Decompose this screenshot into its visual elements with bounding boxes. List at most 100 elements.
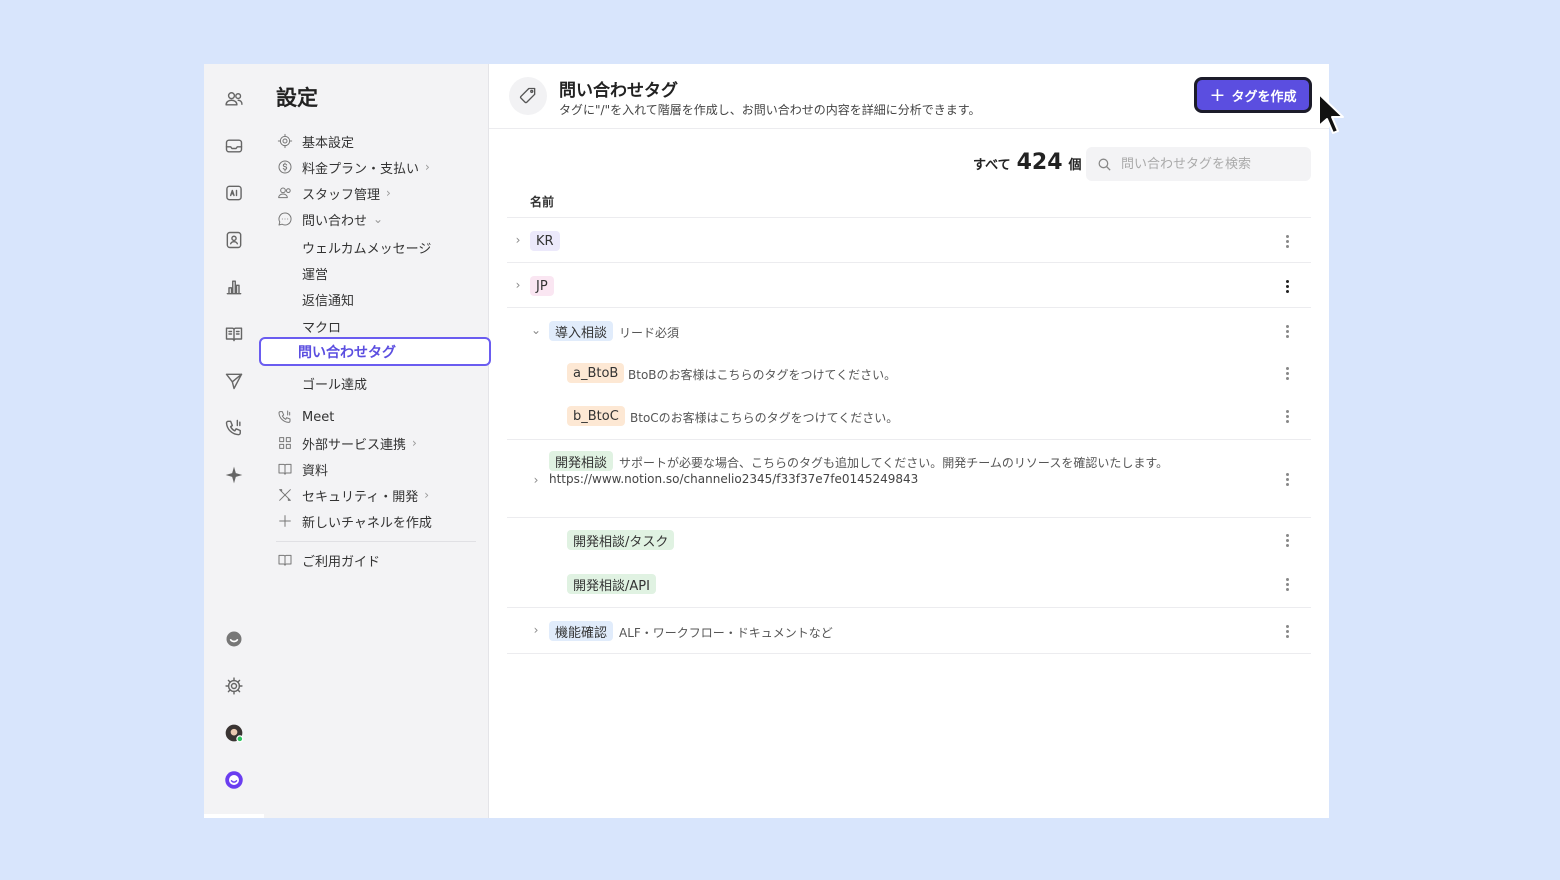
- chevron-right-icon: ›: [386, 186, 391, 200]
- sidebar-item-label: 基本設定: [302, 135, 355, 151]
- sidebar-subitem-operation[interactable]: 運営: [302, 264, 328, 283]
- gear-icon: [276, 132, 294, 150]
- chevron-right-icon[interactable]: ›: [529, 623, 543, 637]
- chevron-down-icon: ⌄: [373, 212, 384, 226]
- sidebar-item-security[interactable]: セキュリティ・開発 ›: [276, 483, 429, 507]
- inbox-icon[interactable]: [222, 134, 246, 158]
- chevron-right-icon: ›: [424, 488, 430, 502]
- chat-icon: [276, 210, 294, 228]
- tag-description: リード必須: [619, 326, 680, 340]
- table-row[interactable]: › KR: [507, 217, 1311, 263]
- table-row[interactable]: 開発相談/API: [507, 562, 1311, 607]
- table-row[interactable]: › JP: [507, 262, 1311, 308]
- plus-icon: +: [1209, 83, 1226, 106]
- sidebar-divider: [276, 541, 476, 542]
- sparkle-icon[interactable]: [222, 463, 246, 487]
- mouse-cursor-icon: [1318, 93, 1344, 134]
- search-input[interactable]: [1119, 155, 1303, 173]
- contact-card-icon[interactable]: [222, 228, 246, 252]
- sidebar-item-inquiry[interactable]: 問い合わせ ⌄: [276, 207, 383, 231]
- sidebar-item-new-channel[interactable]: 新しいチャネルを作成: [276, 509, 432, 533]
- chevron-right-icon[interactable]: ›: [529, 473, 543, 487]
- chevron-right-icon[interactable]: ›: [511, 278, 525, 292]
- tag-description: BtoCのお客様はこちらのタグをつけてください。: [630, 411, 899, 425]
- tag-count: すべて 424 個: [973, 150, 1082, 175]
- chevron-down-icon[interactable]: ⌄: [529, 323, 543, 337]
- sidebar-item-label: 資料: [302, 463, 329, 479]
- contacts-icon[interactable]: [222, 87, 246, 111]
- sidebar-item-label: 問い合わせ: [302, 213, 368, 229]
- more-options-button[interactable]: [1281, 321, 1293, 341]
- sidebar-subitem-goal[interactable]: ゴール達成: [302, 374, 367, 393]
- tag-label: 開発相談/タスク: [567, 530, 675, 550]
- chevron-right-icon: ›: [425, 160, 430, 174]
- plus-icon: [276, 512, 294, 530]
- sidebar-item-guide[interactable]: ご利用ガイド: [276, 548, 380, 572]
- table-row[interactable]: › 機能確認 ALF・ワークフロー・ドキュメントなど: [507, 607, 1311, 654]
- user-avatar[interactable]: [222, 721, 246, 745]
- sidebar-item-label: 外部サービス連携: [302, 437, 407, 453]
- sidebar-subitem-macro[interactable]: マクロ: [302, 317, 341, 336]
- more-options-button[interactable]: [1281, 276, 1293, 296]
- tag-label: JP: [530, 276, 554, 296]
- sidebar-item-basic-settings[interactable]: 基本設定: [276, 129, 354, 153]
- more-options-button[interactable]: [1281, 574, 1293, 594]
- sidebar-item-label: 新しいチャネルを作成: [302, 515, 432, 531]
- more-options-button[interactable]: [1281, 363, 1293, 383]
- table-row[interactable]: 開発相談 サポートが必要な場合、こちらのタグも追加してください。開発チームのリソ…: [507, 439, 1311, 518]
- sidebar-item-integrations[interactable]: 外部サービス連携 ›: [276, 431, 417, 455]
- sidebar-item-staff[interactable]: スタッフ管理 ›: [276, 181, 391, 205]
- dollar-icon: [276, 158, 294, 176]
- phone-icon: [276, 408, 294, 426]
- column-header-name: 名前: [530, 195, 555, 209]
- tag-label: 開発相談/API: [567, 574, 656, 594]
- more-options-button[interactable]: [1281, 530, 1293, 550]
- settings-icon[interactable]: [222, 674, 246, 698]
- page-title: 問い合わせタグ: [559, 81, 678, 101]
- sidebar-item-label: スタッフ管理: [302, 187, 381, 203]
- tools-icon: [276, 486, 294, 504]
- main-content: 問い合わせタグ タグに"/"を入れて階層を作成し、お問い合わせの内容を詳細に分析…: [489, 64, 1329, 818]
- tag-description: ALF・ワークフロー・ドキュメントなど: [619, 626, 833, 640]
- sidebar-title: 設定: [276, 86, 318, 110]
- table-row[interactable]: ⌄ 導入相談 リード必須: [507, 307, 1311, 353]
- table-row[interactable]: a_BtoB BtoBのお客様はこちらのタグをつけてください。: [507, 352, 1311, 395]
- tag-link[interactable]: https://www.notion.so/channelio2345/f33f…: [549, 472, 918, 486]
- search-icon: [1098, 158, 1111, 171]
- table-row[interactable]: 開発相談/タスク: [507, 517, 1311, 563]
- sidebar-item-billing[interactable]: 料金プラン・支払い ›: [276, 155, 430, 179]
- ai-icon[interactable]: [222, 181, 246, 205]
- more-options-button[interactable]: [1281, 469, 1293, 489]
- sidebar-subitem-inquiry-tags[interactable]: 問い合わせタグ: [259, 337, 491, 366]
- sidebar-item-label: セキュリティ・開発: [302, 489, 419, 505]
- channel-logo-icon[interactable]: [222, 768, 246, 792]
- more-options-button[interactable]: [1281, 231, 1293, 251]
- statistics-icon[interactable]: [222, 275, 246, 299]
- sidebar-subitem-welcome[interactable]: ウェルカムメッセージ: [302, 238, 431, 257]
- sidebar-item-documents[interactable]: 資料: [276, 457, 328, 481]
- app-window: 設定 基本設定 料金プラン・支払い › スタッフ管理 › 問い合わせ ⌄ ウェル…: [204, 64, 1329, 818]
- table-row[interactable]: b_BtoC BtoCのお客様はこちらのタグをつけてください。: [507, 395, 1311, 439]
- tag-label: b_BtoC: [567, 406, 625, 426]
- create-tag-button[interactable]: + タグを作成: [1194, 77, 1312, 113]
- sidebar-item-label: 料金プラン・支払い: [302, 161, 420, 177]
- page-header: 問い合わせタグ タグに"/"を入れて階層を作成し、お問い合わせの内容を詳細に分析…: [489, 64, 1329, 129]
- icon-rail: [204, 64, 264, 814]
- tag-label: KR: [530, 231, 560, 251]
- sidebar-item-meet[interactable]: Meet: [276, 405, 334, 429]
- book-icon: [276, 460, 294, 478]
- more-options-button[interactable]: [1281, 406, 1293, 426]
- count-unit: 個: [1068, 158, 1082, 173]
- grid-icon: [276, 434, 294, 452]
- more-options-button[interactable]: [1281, 621, 1293, 641]
- sidebar-subitem-reply-notification[interactable]: 返信通知: [302, 290, 354, 309]
- chevron-right-icon: ›: [412, 436, 417, 450]
- channel-talk-icon[interactable]: [222, 627, 246, 651]
- send-icon[interactable]: [222, 369, 246, 393]
- count-all-label: すべて: [973, 158, 1011, 173]
- search-box[interactable]: [1086, 147, 1311, 181]
- tag-label: a_BtoB: [567, 363, 625, 383]
- call-icon[interactable]: [222, 416, 246, 440]
- chevron-right-icon[interactable]: ›: [511, 233, 525, 247]
- document-icon[interactable]: [222, 322, 246, 346]
